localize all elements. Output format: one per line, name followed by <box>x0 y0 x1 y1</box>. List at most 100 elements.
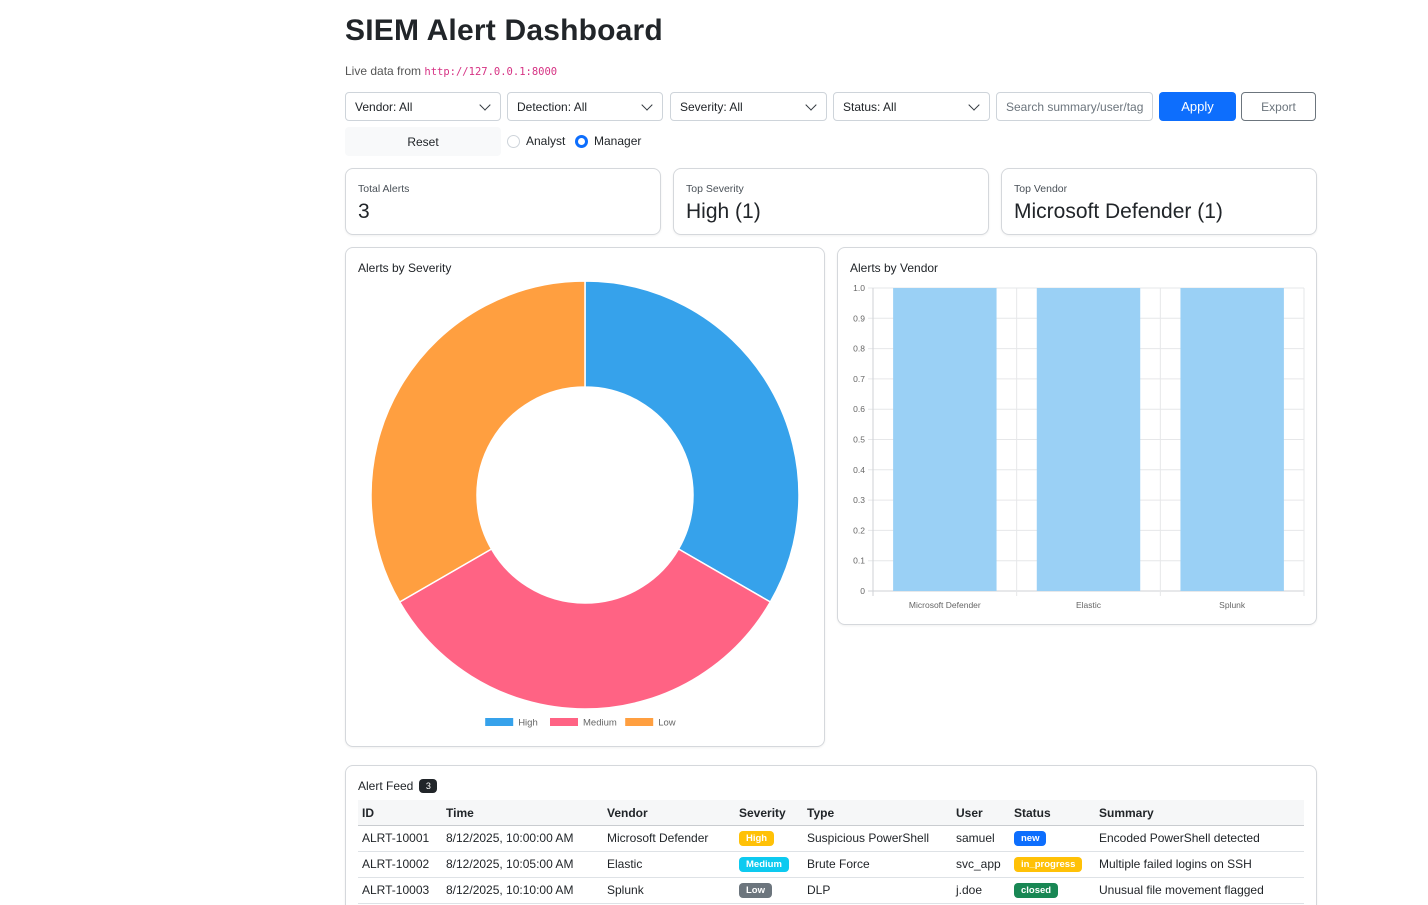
table-row[interactable]: ALRT-10002 8/12/2025, 10:05:00 AM Elastic M… <box>358 851 1304 878</box>
cell-severity: Low <box>735 877 803 904</box>
cell-vendor: Elastic <box>603 851 735 878</box>
chevron-down-icon <box>968 98 980 111</box>
pie-slice-high[interactable] <box>584 280 800 604</box>
cell-type: DLP <box>803 877 952 904</box>
role-label-analyst: Analyst <box>526 134 566 148</box>
cell-summary: Unusual file movement flagged <box>1095 877 1304 904</box>
column-header-user[interactable]: User <box>952 800 1010 826</box>
legend-swatch-low[interactable] <box>625 718 654 726</box>
status-badge: closed <box>1014 883 1059 898</box>
cell-type: Brute Force <box>803 851 952 878</box>
severity-badge: Low <box>739 883 772 898</box>
vendor-chart-card: Alerts by Vendor 0 0.1 0.2 0.3 0.4 0.5 0.6 0.7 0… <box>837 247 1317 625</box>
y-tick-label: 0 <box>860 586 865 596</box>
radio-checked-icon[interactable] <box>575 134 588 148</box>
alert-feed-card: Alert Feed 3 ID Time Vendor Severity Type… <box>345 765 1317 905</box>
y-tick-label: 0.6 <box>853 404 865 414</box>
y-tick-label: 0.3 <box>853 495 865 505</box>
column-header-id[interactable]: ID <box>358 800 442 826</box>
page-title: SIEM Alert Dashboard <box>345 14 663 47</box>
legend-swatch-high[interactable] <box>485 718 514 726</box>
table-header-row: ID Time Vendor Severity Type User Status… <box>358 800 1304 826</box>
vendor-select[interactable]: Vendor: All <box>345 92 501 121</box>
cell-time: 8/12/2025, 10:00:00 AM <box>442 825 603 852</box>
y-tick-label: 0.4 <box>853 465 865 475</box>
chevron-down-icon <box>805 98 817 111</box>
legend-label-low[interactable]: Low <box>658 718 676 729</box>
cell-severity: High <box>735 825 803 852</box>
table-row[interactable]: ALRT-10001 8/12/2025, 10:00:00 AM Microsof… <box>358 825 1304 852</box>
alert-feed-title: Alert Feed 3 <box>358 779 438 793</box>
vendor-select-value: Vendor: All <box>355 99 413 114</box>
legend-label-medium[interactable]: Medium <box>583 718 617 729</box>
kpi-value: 3 <box>358 200 370 223</box>
column-header-severity[interactable]: Severity <box>735 800 803 826</box>
radio-unchecked-icon[interactable] <box>507 134 520 148</box>
legend-swatch-medium[interactable] <box>550 718 578 726</box>
role-radio-analyst[interactable]: Analyst <box>507 134 565 148</box>
severity-badge: High <box>739 831 775 846</box>
cell-time: 8/12/2025, 10:10:00 AM <box>442 877 603 904</box>
y-tick-label: 0.5 <box>853 435 865 445</box>
severity-badge: Medium <box>739 857 789 872</box>
table-row[interactable]: ALRT-10003 8/12/2025, 10:10:00 AM Splunk Lo… <box>358 877 1304 904</box>
chevron-down-icon <box>641 98 653 111</box>
bar-microsoft-defender[interactable] <box>893 288 997 591</box>
severity-chart-card: Alerts by Severity High Medium Low <box>345 247 825 747</box>
kpi-label: Total Alerts <box>358 183 410 195</box>
column-header-status[interactable]: Status <box>1010 800 1095 826</box>
role-label-manager: Manager <box>594 134 642 148</box>
cell-status: new <box>1010 825 1095 852</box>
y-tick-label: 0.8 <box>853 344 865 354</box>
cell-user: samuel <box>952 825 1010 852</box>
filter-bar: Vendor: All Detection: All Severity: All… <box>345 92 1317 122</box>
cell-id: ALRT-10001 <box>358 825 442 852</box>
role-radio-manager[interactable]: Manager <box>575 134 641 148</box>
alert-count-badge: 3 <box>419 779 438 793</box>
status-badge: in_progress <box>1014 857 1083 872</box>
severity-select[interactable]: Severity: All <box>670 92 827 121</box>
apply-button[interactable]: Apply <box>1159 92 1236 121</box>
cell-status: in_progress <box>1010 851 1095 878</box>
x-tick-label: Splunk <box>1219 600 1246 610</box>
reset-button[interactable]: Reset <box>345 127 501 156</box>
export-button[interactable]: Export <box>1241 92 1316 121</box>
status-select-value: Status: All <box>843 99 897 114</box>
cell-summary: Multiple failed logins on SSH <box>1095 851 1304 878</box>
bar-elastic[interactable] <box>1036 288 1141 591</box>
chevron-down-icon <box>479 98 491 111</box>
legend-label-high[interactable]: High <box>518 718 538 729</box>
column-header-type[interactable]: Type <box>803 800 952 826</box>
page-subtitle: Live data from http://127.0.0.1:8000 <box>345 64 557 78</box>
detection-select-value: Detection: All <box>517 99 588 114</box>
column-header-summary[interactable]: Summary <box>1095 800 1304 826</box>
cell-vendor: Microsoft Defender <box>603 825 735 852</box>
kpi-label: Top Vendor <box>1014 183 1068 195</box>
status-badge: new <box>1014 831 1047 846</box>
cell-id: ALRT-10003 <box>358 877 442 904</box>
status-select[interactable]: Status: All <box>833 92 990 121</box>
pie-slice-medium[interactable] <box>398 547 772 710</box>
x-tick-label: Microsoft Defender <box>909 600 981 610</box>
kpi-value: Microsoft Defender (1) <box>1014 200 1223 223</box>
search-input[interactable]: Search summary/user/tag <box>996 92 1153 121</box>
detection-select[interactable]: Detection: All <box>507 92 663 121</box>
y-tick-label: 0.2 <box>853 525 865 535</box>
bar-splunk[interactable] <box>1180 288 1284 591</box>
x-tick-label: Elastic <box>1076 600 1102 610</box>
subtitle-prefix: Live data from <box>345 64 425 78</box>
severity-doughnut-chart: High Medium Low <box>370 280 800 729</box>
alert-feed-table: ID Time Vendor Severity Type User Status… <box>358 800 1304 904</box>
endpoint-url: http://127.0.0.1:8000 <box>424 66 558 78</box>
cell-user: j.doe <box>952 877 1010 904</box>
pie-slice-low[interactable] <box>370 280 586 604</box>
cell-vendor: Splunk <box>603 877 735 904</box>
column-header-time[interactable]: Time <box>442 800 603 826</box>
cell-id: ALRT-10002 <box>358 851 442 878</box>
cell-summary: Encoded PowerShell detected <box>1095 825 1304 852</box>
cell-time: 8/12/2025, 10:05:00 AM <box>442 851 603 878</box>
kpi-label: Top Severity <box>686 183 744 195</box>
y-tick-label: 1.0 <box>853 283 865 293</box>
column-header-vendor[interactable]: Vendor <box>603 800 735 826</box>
search-placeholder: Search summary/user/tag <box>1006 99 1144 114</box>
